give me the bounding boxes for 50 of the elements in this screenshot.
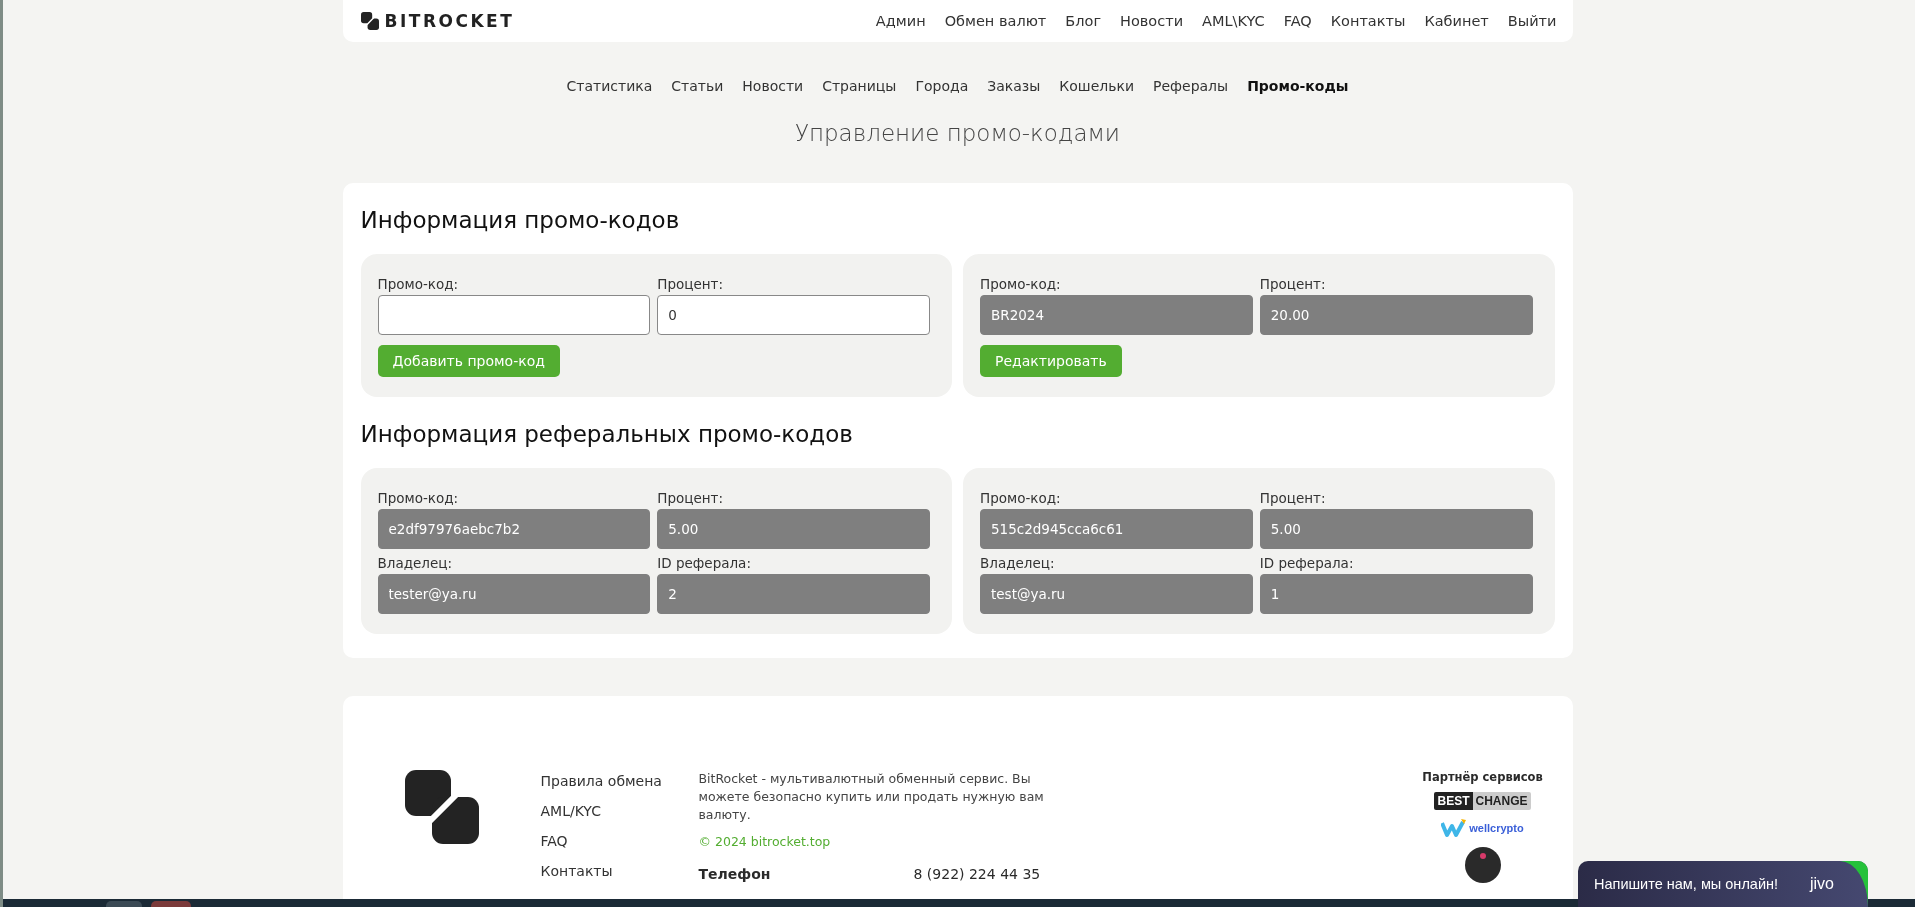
- nav-link[interactable]: FAQ: [1283, 13, 1312, 29]
- admin-nav-link[interactable]: Рефералы: [1153, 78, 1229, 94]
- section-title: Информация реферальных промо-кодов: [360, 421, 854, 447]
- field-label: Владелец:: [377, 555, 453, 571]
- logo-icon: [404, 770, 479, 844]
- field-label: Владелец:: [980, 555, 1056, 571]
- chat-widget[interactable]: Напишите нам, мы онлайн! jivo: [1578, 861, 1868, 907]
- nav-link[interactable]: Выйти: [1507, 13, 1557, 29]
- field-label: Промо-код:: [377, 490, 460, 506]
- admin-nav-link[interactable]: Новости: [742, 78, 804, 94]
- admin-nav-link[interactable]: Города: [915, 78, 969, 94]
- partner-badge-icon[interactable]: [1463, 846, 1502, 884]
- field-label: Процент:: [1259, 276, 1327, 292]
- nav-link[interactable]: AML\KYC: [1202, 13, 1265, 29]
- logo-text[interactable]: BITROCKET: [384, 11, 515, 31]
- footer-link[interactable]: Контакты: [540, 860, 699, 882]
- field-label: Процент:: [657, 490, 724, 506]
- partner-logo[interactable]: wellcrypto: [1441, 818, 1524, 838]
- partners-title: Партнёр сервисов: [1422, 770, 1543, 784]
- field-label: Промо-код:: [980, 490, 1062, 506]
- field-label: Промо-код:: [377, 276, 460, 292]
- admin-nav-link[interactable]: Заказы: [987, 78, 1041, 94]
- footer-link[interactable]: Правила обмена: [540, 770, 699, 792]
- nav-link[interactable]: Новости: [1120, 13, 1184, 29]
- field-label: ID реферала:: [1259, 555, 1355, 571]
- copyright-text: © 2024 bitrocket.top: [698, 834, 832, 849]
- nav-link[interactable]: Блог: [1065, 13, 1102, 29]
- footer-link[interactable]: AML/KYC: [540, 800, 699, 822]
- page-title: Управление промо-кодами: [793, 120, 1122, 148]
- field-label: ID реферала:: [657, 555, 752, 571]
- nav-link[interactable]: Контакты: [1330, 13, 1406, 29]
- footer-description: BitRocket - мультивалютный обменный сервис. Вы можете безопасно купить или продать нужную вам валюту.: [698, 770, 1045, 824]
- admin-nav-link[interactable]: Кошельки: [1059, 78, 1134, 94]
- footer-link[interactable]: FAQ: [540, 830, 699, 852]
- section-title: Информация промо-кодов: [360, 207, 681, 233]
- field-label: Процент:: [657, 276, 724, 292]
- contact-label: Телефон: [698, 866, 772, 882]
- admin-nav-link[interactable]: Статистика: [566, 78, 653, 94]
- nav-link[interactable]: Админ: [875, 13, 926, 29]
- contact-value: 8 (922) 224 44 35: [913, 866, 1041, 882]
- admin-nav-link[interactable]: Статьи: [671, 78, 724, 94]
- field-label: Процент:: [1259, 490, 1327, 506]
- nav-link[interactable]: Кабинет: [1424, 13, 1489, 29]
- input-field[interactable]: [377, 295, 651, 335]
- admin-nav-link[interactable]: Промо-коды: [1247, 78, 1349, 94]
- field-label: Промо-код:: [980, 276, 1062, 292]
- logo-icon: [360, 12, 379, 30]
- nav-link[interactable]: Обмен валют: [944, 13, 1047, 29]
- admin-nav-link[interactable]: Страницы: [822, 78, 897, 94]
- input-field[interactable]: 0: [657, 295, 930, 335]
